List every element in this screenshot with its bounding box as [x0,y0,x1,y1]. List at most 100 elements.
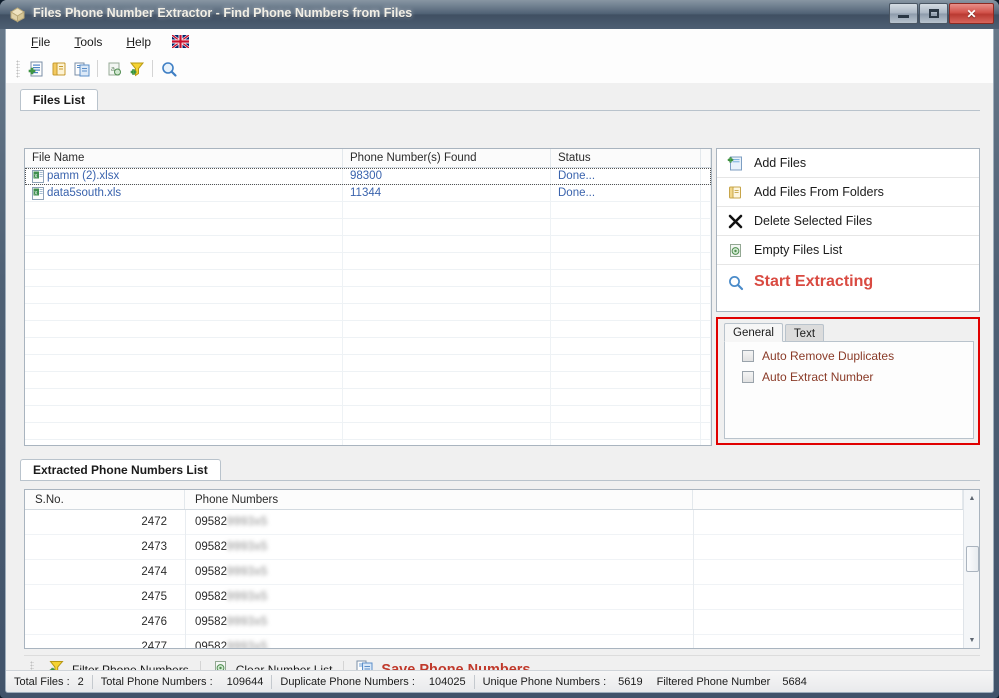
window-controls: ✕ [888,3,994,25]
table-row-empty[interactable] [25,304,711,321]
column-header-file-name[interactable]: File Name [25,149,343,167]
phone-number-prefix: 09582 [195,591,227,603]
phone-number-cell: 09582 9993x5 [185,566,693,578]
files-grid[interactable]: File Name Phone Number(s) Found Status x… [24,148,712,446]
numbers-list-scrollbar[interactable]: ▲ ▼ [963,490,979,648]
uk-flag-icon[interactable] [171,33,190,50]
auto-remove-duplicates-checkbox[interactable] [742,350,754,362]
add-files-icon [726,154,745,173]
serial-number-cell: 2475 [141,591,167,603]
list-item[interactable]: 2475 09582 9993x5 [25,585,979,610]
column-header-sno[interactable]: S.No. [25,490,185,509]
auto-remove-duplicates-row[interactable]: Auto Remove Duplicates [725,342,973,363]
add-files-from-folders-button[interactable]: Add Files From Folders [717,178,979,207]
numbers-column-divider [693,510,694,648]
serial-number-cell: 2477 [141,641,167,649]
column-header-status[interactable]: Status [551,149,701,167]
files-list-tabstrip: Files List [20,89,980,111]
close-button[interactable]: ✕ [949,3,994,24]
filter-phone-numbers-icon[interactable] [125,57,148,80]
list-item-partial[interactable]: 2477 09582 9993x5 [25,635,979,649]
scroll-up-icon[interactable]: ▲ [964,490,979,506]
column-header-phone-numbers[interactable]: Phone Numbers [185,490,693,509]
minimize-button[interactable] [889,3,918,24]
auto-extract-number-row[interactable]: Auto Extract Number [725,363,973,384]
phone-number-masked: 9993x5 [226,591,268,603]
tab-extracted-phone-numbers-list[interactable]: Extracted Phone Numbers List [20,459,221,481]
table-row-empty[interactable] [25,287,711,304]
menu-item-file[interactable]: File [20,33,61,51]
column-header-numbers-found[interactable]: Phone Number(s) Found [343,149,551,167]
extracted-numbers-grid[interactable]: S.No. Phone Numbers 2472 09582 9993x5 2473 0… [24,489,980,649]
options-panel: General Text Auto Remove Duplicates Auto… [716,317,980,445]
serial-number-cell: 2472 [141,516,167,528]
tab-files-list[interactable]: Files List [20,89,99,111]
column-header-extra[interactable] [693,490,963,509]
column-header-spacer [701,149,711,167]
table-row-empty[interactable] [25,389,711,406]
auto-remove-duplicates-label: Auto Remove Duplicates [762,349,895,363]
auto-extract-number-checkbox[interactable] [742,371,754,383]
file-name-cell: data5south.xls [47,186,122,199]
clear-number-list-icon[interactable]: a [102,57,125,80]
list-item[interactable]: 2476 09582 9993x5 [25,610,979,635]
table-row[interactable]: x data5south.xls 11344 Done... [25,185,711,202]
phone-number-masked: 9993x5 [226,641,268,649]
toolbar-grip[interactable] [16,59,20,78]
status-total-numbers-label: Total Phone Numbers : [100,675,213,688]
table-row-empty[interactable] [25,253,711,270]
status-duplicate-value: 104025 [428,675,466,688]
status-unique-value: 5619 [618,675,643,688]
table-row-empty[interactable] [25,440,711,445]
maximize-button[interactable] [919,3,948,24]
auto-extract-number-label: Auto Extract Number [762,370,874,384]
add-files-icon[interactable] [24,57,47,80]
status-total-files-value: 2 [77,675,84,688]
add-files-button[interactable]: Add Files [717,149,979,178]
table-row-empty[interactable] [25,406,711,423]
phone-number-prefix: 09582 [195,516,227,528]
list-item[interactable]: 2473 09582 9993x5 [25,535,979,560]
svg-text:x: x [34,190,37,196]
toolbar-separator [97,60,98,77]
add-files-from-folders-icon[interactable] [47,57,70,80]
delete-selected-files-button[interactable]: Delete Selected Files [717,207,979,236]
table-row-empty[interactable] [25,202,711,219]
table-row-empty[interactable] [25,270,711,287]
table-row-empty[interactable] [25,236,711,253]
main-toolbar: a [6,54,993,83]
table-row-empty[interactable] [25,338,711,355]
status-unique-label: Unique Phone Numbers : [482,675,607,688]
start-extracting-button[interactable]: Start Extracting [717,265,979,299]
empty-files-list-button[interactable]: Empty Files List [717,236,979,265]
table-row-empty[interactable] [25,355,711,372]
status-cell: Done... [558,169,596,182]
tab-text[interactable]: Text [784,324,825,342]
phone-number-masked: 9993x5 [226,516,268,528]
table-row-empty[interactable] [25,219,711,236]
list-item[interactable]: 2472 09582 9993x5 [25,510,979,535]
numbers-found-cell: 98300 [350,169,382,182]
empty-files-list-label: Empty Files List [754,243,843,257]
tab-general[interactable]: General [724,323,783,342]
status-filtered-label: Filtered Phone Number [656,675,771,688]
phone-number-cell: 09582 9993x5 [185,591,693,603]
status-filtered-value: 5684 [782,675,807,688]
scroll-down-icon[interactable]: ▼ [964,632,979,648]
delete-selected-files-label: Delete Selected Files [754,214,873,228]
menu-item-help[interactable]: Help [115,33,162,51]
start-extracting-icon[interactable] [157,57,180,80]
scrollbar-thumb[interactable] [966,546,979,572]
files-grid-header: File Name Phone Number(s) Found Status [25,149,711,168]
title-bar[interactable]: Files Phone Number Extractor - Find Phon… [0,0,999,29]
table-row-empty[interactable] [25,372,711,389]
list-item[interactable]: 2474 09582 9993x5 [25,560,979,585]
window-title: Files Phone Number Extractor - Find Phon… [33,6,413,20]
status-cell: Done... [558,186,596,199]
save-phone-numbers-icon[interactable] [70,57,93,80]
table-row-empty[interactable] [25,423,711,440]
menu-item-tools[interactable]: Tools [63,33,113,51]
phone-number-prefix: 09582 [195,641,227,649]
table-row-empty[interactable] [25,321,711,338]
table-row[interactable]: x pamm (2).xlsx 98300 Done... [25,168,711,185]
